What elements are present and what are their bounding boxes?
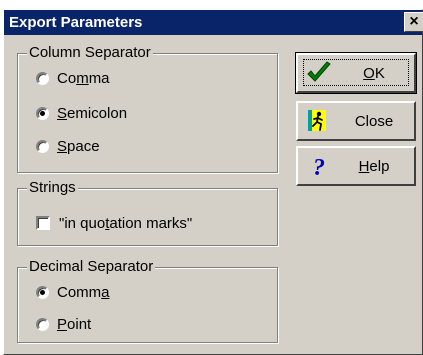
- radio-comma[interactable]: Comma: [36, 67, 110, 89]
- radio-semicolon[interactable]: Semicolon: [36, 102, 127, 124]
- radio-button[interactable]: [36, 71, 49, 85]
- radio-button[interactable]: [36, 139, 49, 153]
- radio-space-label: Space: [57, 137, 100, 155]
- running-man-icon: [308, 110, 326, 131]
- strings-group: Strings "in quotation marks": [17, 179, 278, 246]
- radio-point-label: Point: [57, 315, 92, 333]
- radio-semicolon-label: Semicolon: [57, 104, 128, 122]
- radio-comma-label: Comma: [57, 69, 110, 87]
- radio-space[interactable]: Space: [36, 135, 100, 157]
- radio-decimal-comma[interactable]: Comma: [36, 281, 110, 303]
- checkbox-quotation-marks[interactable]: "in quotation marks": [36, 212, 192, 234]
- radio-button-checked[interactable]: [36, 106, 49, 120]
- column-separator-group: Column Separator Comma Semicolon Space: [17, 44, 278, 173]
- checkmark-icon: [307, 61, 331, 82]
- radio-button[interactable]: [36, 317, 49, 331]
- close-button[interactable]: Close: [296, 101, 416, 141]
- radio-button-checked[interactable]: [36, 285, 49, 299]
- close-window-button[interactable]: ×: [404, 12, 423, 32]
- column-separator-legend: Column Separator: [27, 44, 153, 62]
- strings-legend: Strings: [27, 179, 78, 197]
- question-mark-icon: ?: [313, 155, 325, 178]
- help-button[interactable]: ? Help: [296, 146, 416, 186]
- export-parameters-dialog: Export Parameters × Column Separator Com…: [3, 9, 423, 355]
- help-button-label: Help: [358, 158, 390, 175]
- checkbox-quotation-marks-label: "in quotation marks": [59, 214, 193, 232]
- checkbox[interactable]: [36, 216, 50, 230]
- close-button-label: Close: [354, 113, 394, 130]
- decimal-separator-legend: Decimal Separator: [27, 258, 156, 276]
- ok-button[interactable]: OK: [295, 52, 417, 94]
- close-icon: ×: [409, 13, 419, 30]
- dialog-title: Export Parameters: [9, 14, 143, 31]
- title-bar[interactable]: Export Parameters ×: [4, 10, 423, 35]
- radio-decimal-comma-label: Comma: [57, 283, 110, 301]
- radio-point[interactable]: Point: [36, 313, 91, 335]
- svg-text:?: ?: [313, 155, 325, 178]
- decimal-separator-group: Decimal Separator Comma Point: [17, 258, 278, 343]
- ok-button-label: OK: [363, 65, 385, 82]
